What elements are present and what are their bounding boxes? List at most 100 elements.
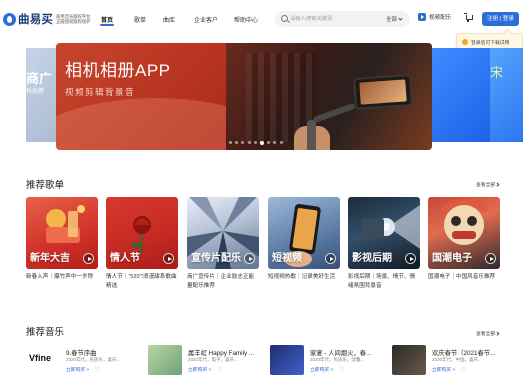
banner-next-title: 宋 [490, 65, 504, 80]
banner-slide-next-2[interactable]: 宋 [490, 48, 523, 142]
playlist-card-promo[interactable]: 宣传片配乐 [187, 197, 259, 269]
playlist-card-label: 短视频 [272, 253, 302, 264]
track-cover [148, 345, 182, 375]
top-header: 曲易买 商用音乐版权平台正版授权版权保护 首页 歌单 曲库 企业客户 帮助中心 … [0, 0, 523, 36]
video-config-label: 视频配乐 [429, 15, 452, 21]
gimbal-illustration [292, 98, 364, 150]
playlist-card-label: 国潮电子 [432, 253, 472, 264]
play-icon[interactable] [485, 253, 496, 264]
banner-dot[interactable] [273, 141, 277, 144]
heart-icon[interactable]: ♡ [461, 366, 466, 373]
nav-item-enterprise[interactable]: 企业客户 [194, 15, 218, 24]
track-cover [270, 345, 304, 375]
cart-icon[interactable] [464, 13, 473, 22]
login-tip-text: 登录后可下载试用 [471, 41, 510, 46]
buy-now-link[interactable]: 立即购买 > [432, 366, 455, 373]
playlist-card-new-year[interactable]: 新年大吉 [26, 197, 98, 269]
track-cover [392, 345, 426, 375]
nav-item-playlists[interactable]: 歌单 [134, 15, 146, 24]
banner-dot[interactable] [235, 141, 239, 144]
play-icon[interactable] [325, 253, 336, 264]
track-title: 欢庆春节（2021春节... [432, 350, 496, 357]
banner-dot[interactable] [259, 140, 264, 145]
play-icon[interactable] [405, 253, 416, 264]
music-view-all-link[interactable]: 查看全部 [476, 330, 500, 337]
banner-carousel[interactable]: 相机相册APP 视频剪辑背景音 [56, 43, 432, 150]
track-title: 属羊虹 Happy Family ... [188, 350, 255, 357]
nav-item-library[interactable]: 曲库 [163, 15, 175, 24]
nav-item-home[interactable]: 首页 [101, 15, 113, 24]
nav-active-indicator [100, 24, 114, 26]
search-scope-label: 全部 [385, 17, 397, 23]
search-bar: 全部 [275, 11, 410, 27]
track-title: 9.春节序曲 [66, 350, 97, 357]
track-meta: 2020年代，电子，喜庆... [188, 357, 238, 362]
banner-dot[interactable] [229, 141, 232, 144]
track-row[interactable]: 欢庆春节（2021春节... 2020年代，中国，喜庆... 立即购买 > ♡ [392, 345, 523, 375]
playlist-card-film-post[interactable]: 影视后期 [348, 197, 420, 269]
buy-now-link[interactable]: 立即购买 > [188, 366, 211, 373]
banner-title: 相机相册APP [65, 61, 171, 80]
track-cover-logo: Vfine [29, 353, 52, 363]
section-title-music: 推荐音乐 [26, 327, 65, 338]
playlist-card-description[interactable]: 情人节｜“520”!浪漫甜系歌曲精选 [106, 273, 178, 291]
track-row[interactable]: 属羊虹 Happy Family ... 2020年代，电子，喜庆... 立即购… [148, 345, 258, 375]
chevron-right-icon [495, 182, 500, 187]
playlist-card-description[interactable]: 影视后期｜场景、情节、情绪氛围背景音 [348, 273, 420, 291]
playlist-card-description[interactable]: 国潮电子｜中国风音乐推荐 [428, 273, 500, 282]
track-row[interactable]: Vfine 9.春节序曲 2020年代，民族乐，喜庆... 立即购买 > ♡ [26, 345, 136, 375]
login-tip: 登录后可下载试用 [456, 33, 523, 49]
banner-prev-title: 商广 [26, 71, 53, 86]
track-meta: 2020年代，民族乐，温馨... [310, 357, 365, 362]
logo-icon [3, 12, 16, 26]
playlist-card-label: 新年大吉 [30, 253, 70, 264]
brand-name: 曲易买 [18, 14, 54, 26]
banner-dot[interactable] [241, 141, 245, 144]
play-icon[interactable] [244, 253, 255, 264]
playlist-card-description[interactable]: 新春入声｜爆竹声中一岁除 [26, 273, 98, 282]
banner-dot[interactable] [247, 141, 251, 144]
chevron-right-icon [495, 331, 500, 336]
phone-illustration [352, 74, 414, 110]
banner-prev-subtitle: 科技感 [26, 89, 45, 95]
search-scope-select[interactable]: 全部 [385, 15, 403, 23]
heart-icon[interactable]: ♡ [95, 366, 100, 373]
info-icon [462, 39, 468, 45]
search-icon[interactable] [281, 15, 288, 22]
site-logo[interactable]: 曲易买 商用音乐版权平台正版授权版权保护 [3, 11, 92, 27]
track-title: 家宴 - 人间烟火，春... [310, 350, 372, 357]
playlist-card-label: 情人节 [110, 253, 140, 264]
playlist-card-description[interactable]: 商广宣传片｜企业励志正能量配乐推荐 [187, 273, 259, 291]
video-play-icon [418, 13, 426, 21]
playlist-card-guochao[interactable]: 国潮电子 [428, 197, 500, 269]
brand-slogan: 商用音乐版权平台正版授权版权保护 [56, 14, 91, 24]
buy-now-link[interactable]: 立即购买 > [66, 366, 89, 373]
banner-slide-next[interactable] [430, 48, 490, 142]
playlist-card-valentine[interactable]: 情人节 [106, 197, 178, 269]
play-icon[interactable] [163, 253, 174, 264]
chevron-down-icon [398, 16, 403, 21]
banner-subtitle: 视频剪辑背景音 [65, 87, 136, 97]
search-input[interactable] [290, 14, 370, 24]
banner-dot[interactable] [267, 141, 271, 144]
banner-dot[interactable] [253, 141, 257, 144]
buy-now-link[interactable]: 立即购买 > [310, 366, 333, 373]
play-icon[interactable] [83, 253, 94, 264]
playlist-card-short-video[interactable]: 短视频 [268, 197, 340, 269]
heart-icon[interactable]: ♡ [217, 366, 222, 373]
track-meta: 2020年代，中国，喜庆... [432, 357, 482, 362]
video-config-link[interactable]: 视频配乐 [418, 13, 451, 21]
playlists-view-all-link[interactable]: 查看全部 [476, 181, 500, 188]
track-meta: 2020年代，民族乐，喜庆... [66, 357, 121, 362]
login-button[interactable]: 注册 | 登录 [482, 12, 519, 26]
track-cover: Vfine [26, 345, 60, 375]
playlist-card-label: 影视后期 [352, 253, 392, 264]
playlist-card-label: 宣传片配乐 [191, 253, 241, 264]
nav-item-help[interactable]: 帮助中心 [234, 15, 258, 24]
banner-dot[interactable] [279, 141, 283, 144]
heart-icon[interactable]: ♡ [339, 366, 344, 373]
playlist-card-description[interactable]: 短视频热歌｜记录美好生活 [268, 273, 340, 282]
banner-pagination [229, 140, 286, 145]
section-title-playlists: 推荐歌单 [26, 180, 65, 191]
track-row[interactable]: 家宴 - 人间烟火，春... 2020年代，民族乐，温馨... 立即购买 > ♡ [270, 345, 380, 375]
